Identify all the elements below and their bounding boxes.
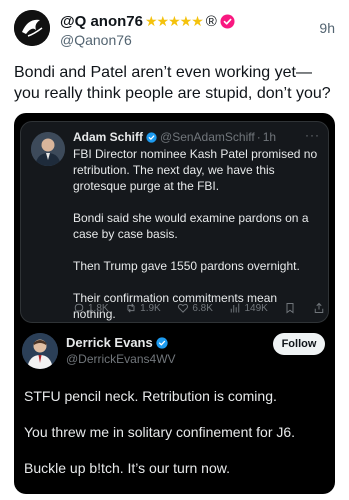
- quoted-time[interactable]: 1h: [263, 130, 276, 144]
- reply-icon: [74, 303, 84, 314]
- views-icon: [231, 303, 240, 313]
- post-header: @Q anon76 ★★★★★ ® @Qanon76 9h: [14, 8, 335, 52]
- share-icon: [314, 302, 324, 313]
- embedded-screenshot: Adam Schiff @SenAdamSchiff · 1h ··· FBI …: [14, 113, 335, 494]
- reply-author-name[interactable]: Derrick Evans: [66, 335, 153, 350]
- repost-button[interactable]: 1.9K: [125, 302, 161, 314]
- reply-count: 1.8K: [88, 302, 109, 314]
- reply-paragraph: STFU pencil neck. Retribution is coming.: [24, 388, 277, 404]
- reply-button[interactable]: 1.8K: [73, 302, 109, 314]
- share-button[interactable]: [313, 302, 325, 314]
- reply-paragraph: Buckle up b!tch. It’s our turn now.: [24, 460, 230, 476]
- verified-badge-icon: [220, 13, 235, 29]
- verified-icon: [156, 336, 168, 349]
- quoted-text: FBI Director nominee Kash Patel promised…: [73, 146, 323, 322]
- follow-button[interactable]: Follow: [273, 333, 325, 355]
- reply-author-name-row: Derrick Evans: [66, 335, 168, 350]
- quoted-paragraph: FBI Director nominee Kash Patel promised…: [73, 147, 318, 193]
- like-button[interactable]: 6.8K: [177, 302, 213, 314]
- reply-author-handle[interactable]: @DerrickEvans4WV: [66, 352, 176, 366]
- heart-icon: [178, 303, 189, 313]
- separator-dot: ·: [256, 130, 261, 144]
- view-count: 149K: [244, 302, 268, 314]
- more-options-icon[interactable]: ···: [305, 128, 320, 142]
- views-button[interactable]: 149K: [229, 302, 268, 314]
- author-handle[interactable]: @Qanon76: [60, 32, 132, 48]
- repost-icon: [127, 303, 135, 313]
- quoted-post[interactable]: Adam Schiff @SenAdamSchiff · 1h ··· FBI …: [20, 121, 329, 323]
- post-time[interactable]: 9h: [319, 20, 335, 36]
- quoted-author-avatar[interactable]: [31, 132, 65, 166]
- like-count: 6.8K: [192, 302, 213, 314]
- post-text: Bondi and Patel aren’t even working yet—…: [14, 64, 331, 102]
- bookmark-button[interactable]: [284, 302, 296, 314]
- verified-icon: [146, 131, 157, 143]
- quoted-paragraph: Bondi said she would examine pardons on …: [73, 211, 309, 241]
- quoted-header: Adam Schiff @SenAdamSchiff · 1h: [73, 130, 276, 144]
- star-rating: ★★★★★: [144, 12, 204, 29]
- bookmark-icon: [286, 303, 294, 314]
- reply-author-avatar[interactable]: [22, 333, 58, 369]
- author-avatar[interactable]: [14, 10, 50, 46]
- quoted-author-handle[interactable]: @SenAdamSchiff: [160, 130, 255, 144]
- repost-count: 1.9K: [140, 302, 161, 314]
- registered-mark: ®: [205, 12, 217, 30]
- author-name-row: @Q anon76 ★★★★★ ®: [60, 11, 235, 31]
- reply-text: STFU pencil neck. Retribution is coming.…: [24, 387, 324, 494]
- quoted-author-name[interactable]: Adam Schiff: [73, 130, 143, 144]
- quoted-paragraph: Then Trump gave 1550 pardons overnight.: [73, 259, 300, 273]
- author-name[interactable]: @Q anon76: [60, 13, 143, 30]
- action-bar: 1.8K 1.9K 6.8K 149K: [73, 302, 325, 314]
- reply-paragraph: You threw me in solitary confinement for…: [24, 424, 296, 440]
